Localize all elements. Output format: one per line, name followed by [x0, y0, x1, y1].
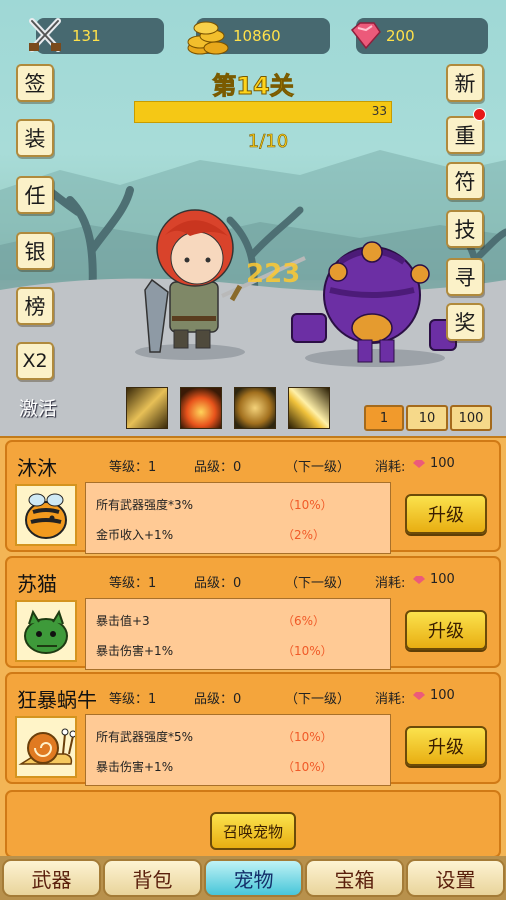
gems-value: 200	[386, 27, 415, 45]
crossed-swords-icon	[29, 18, 61, 52]
multiplier-10-button[interactable]: 10	[406, 405, 448, 431]
pet-card: 沐沐 等级：1 品级：0 （下一级） 消耗: 100 所有武器强度*3% （10…	[5, 440, 501, 554]
skill-slot-fire[interactable]	[180, 387, 222, 429]
enemy-hp-bar: 33	[134, 101, 392, 123]
reward-button[interactable]: 奖	[446, 303, 484, 341]
skill-slot-drum[interactable]	[234, 387, 276, 429]
pet-name: 狂暴蜗牛	[17, 688, 97, 712]
next-level-label: （下一级）	[285, 460, 351, 475]
battle-scene: 131 10860 200 第14关 33 1/10 223 签 装 任 银 榜…	[0, 0, 506, 436]
green-cat-icon	[24, 609, 68, 654]
tab-backpack[interactable]: 背包	[103, 859, 202, 897]
pet-name: 沐沐	[17, 456, 57, 480]
cost-value: 100	[430, 688, 455, 703]
snail-icon	[18, 728, 77, 765]
pet-portrait	[15, 484, 77, 546]
silver-button[interactable]: 银	[16, 232, 54, 270]
damage-number: 223	[246, 259, 301, 289]
skill-button[interactable]: 技	[446, 210, 484, 248]
upgrade-button[interactable]: 升级	[405, 610, 487, 650]
stat-next-value: （10%）	[282, 498, 333, 512]
stat-next-value: （10%）	[282, 644, 333, 658]
stat-name: 暴击伤害+1%	[96, 644, 174, 658]
pet-grade: 品级：0	[194, 460, 242, 475]
cost-label: 消耗:	[375, 460, 406, 475]
skill-slot-slash[interactable]	[288, 387, 330, 429]
tab-settings[interactable]: 设置	[406, 859, 505, 897]
stat-name: 所有武器强度*3%	[96, 498, 194, 512]
stat-name: 暴击伤害+1%	[96, 760, 174, 774]
pet-grade: 品级：0	[194, 692, 242, 707]
pet-stats: 所有武器强度*5% （10%） 暴击伤害+1% （10%）	[85, 714, 391, 786]
pet-level: 等级：1	[109, 692, 157, 707]
gem-icon	[413, 576, 425, 584]
gold-coins-icon	[187, 21, 229, 55]
stat-name: 金币收入+1%	[96, 528, 174, 542]
task-button[interactable]: 任	[16, 176, 54, 214]
upgrade-button[interactable]: 升级	[405, 494, 487, 534]
tab-weapons[interactable]: 武器	[2, 859, 101, 897]
tab-chest[interactable]: 宝箱	[305, 859, 404, 897]
cost-label: 消耗:	[375, 576, 406, 591]
new-button[interactable]: 新	[446, 64, 484, 102]
stat-name: 所有武器强度*5%	[96, 730, 194, 744]
multiplier-100-button[interactable]: 100	[450, 405, 492, 431]
pet-portrait	[15, 716, 77, 778]
notification-dot	[473, 108, 486, 121]
gem-icon	[413, 460, 425, 468]
tab-pets[interactable]: 宠物	[204, 859, 303, 897]
sign-in-button[interactable]: 签	[16, 64, 54, 102]
wave-counter: 1/10	[247, 131, 289, 153]
cost-value: 100	[430, 572, 455, 587]
pet-card: 苏猫 等级：1 品级：0 （下一级） 消耗: 100 暴击值+3 （6%） 暴击…	[5, 556, 501, 670]
gem-icon	[350, 22, 381, 50]
upgrade-button[interactable]: 升级	[405, 726, 487, 766]
bee-icon	[25, 493, 67, 539]
cost-label: 消耗:	[375, 692, 406, 707]
pet-card: 狂暴蜗牛 等级：1 品级：0 （下一级） 消耗: 100 所有武器强度*5% （…	[5, 672, 501, 786]
pet-stats: 所有武器强度*3% （10%） 金币收入+1% （2%）	[85, 482, 391, 554]
pet-grade: 品级：0	[194, 576, 242, 591]
pet-name: 苏猫	[17, 572, 57, 596]
skill-slot-lightning[interactable]	[126, 387, 168, 429]
next-level-label: （下一级）	[285, 692, 351, 707]
enemy-hp-fill	[135, 102, 391, 122]
leaderboard-button[interactable]: 榜	[16, 287, 54, 325]
summon-pet-button[interactable]: 召唤宠物	[210, 812, 296, 850]
rune-button[interactable]: 符	[446, 162, 484, 200]
stage-title: 第14关	[212, 72, 294, 101]
pet-stats: 暴击值+3 （6%） 暴击伤害+1% （10%）	[85, 598, 391, 670]
double-speed-button[interactable]: X2	[16, 342, 54, 380]
enemy-hp-value: 33	[371, 104, 387, 118]
reset-button[interactable]: 重	[446, 116, 484, 154]
cost-value: 100	[430, 456, 455, 471]
pet-portrait	[15, 600, 77, 662]
pet-level: 等级：1	[109, 460, 157, 475]
activate-label: 激活	[19, 398, 58, 420]
stat-next-value: （2%）	[282, 528, 326, 542]
next-level-label: （下一级）	[285, 576, 351, 591]
stat-next-value: （10%）	[282, 760, 333, 774]
equipment-button[interactable]: 装	[16, 119, 54, 157]
gem-icon	[413, 692, 425, 700]
gold-value: 10860	[233, 27, 281, 45]
swords-value: 131	[72, 27, 101, 45]
seek-button[interactable]: 寻	[446, 258, 484, 296]
stat-name: 暴击值+3	[96, 614, 150, 628]
multiplier-1-button[interactable]: 1	[364, 405, 404, 431]
stat-next-value: （10%）	[282, 730, 333, 744]
pet-level: 等级：1	[109, 576, 157, 591]
stat-next-value: （6%）	[282, 614, 326, 628]
